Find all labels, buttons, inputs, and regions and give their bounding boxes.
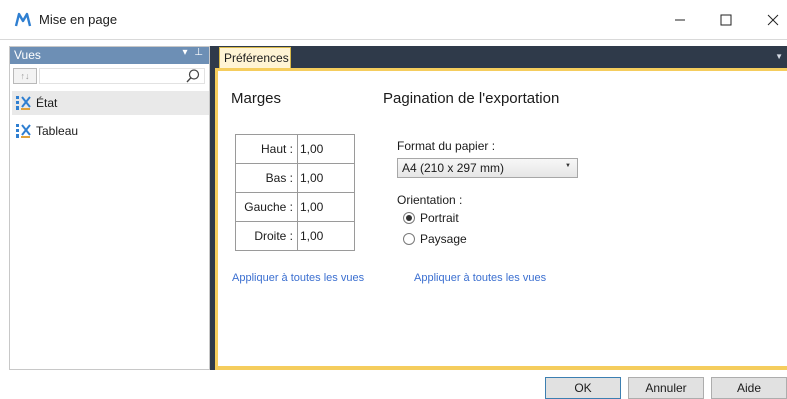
radio-unchecked-icon [403,233,415,245]
chevron-down-icon: ▼ [565,163,571,169]
apply-pagination-link[interactable]: Appliquer à toutes les vues [414,272,546,284]
views-pane: Vues ▾ ⊥ ↑↓ État Tableau [9,46,210,370]
minimize-button[interactable] [661,0,699,40]
search-icon[interactable] [185,68,201,84]
paper-format-label: Format du papier : [397,139,496,153]
ok-button[interactable]: OK [545,377,621,399]
table-row: Bas : 1,00 [235,163,355,193]
orientation-portrait-radio[interactable]: Portrait [403,211,459,225]
sort-button[interactable]: ↑↓ [13,68,37,84]
margin-left-input[interactable]: 1,00 [297,192,355,222]
view-item-etat[interactable]: État [12,91,209,115]
help-button[interactable]: Aide [711,377,787,399]
title-bar: Mise en page [0,0,787,40]
orientation-label: Orientation : [397,193,463,207]
m-logo-icon [14,12,32,27]
tab-preferences[interactable]: Préférences [219,47,291,68]
margin-label: Haut : [235,134,298,164]
search-input[interactable] [39,68,205,84]
minimize-icon [675,19,685,21]
margin-label: Droite : [235,221,298,251]
radio-checked-icon [403,212,415,224]
margin-right-input[interactable]: 1,00 [297,221,355,251]
views-pane-header: Vues ▾ ⊥ [10,47,209,64]
radio-label: Portrait [420,211,459,225]
table-row: Gauche : 1,00 [235,192,355,222]
margin-label: Gauche : [235,192,298,222]
radio-label: Paysage [420,232,467,246]
margin-bottom-input[interactable]: 1,00 [297,163,355,193]
maximize-icon [720,14,732,26]
margins-table: Haut : 1,00 Bas : 1,00 Gauche : 1,00 Dro… [235,134,355,251]
views-toolbar: ↑↓ [10,65,209,87]
view-item-label: État [36,96,58,110]
pane-pin-controls[interactable]: ▾ ⊥ [182,47,205,58]
pagination-title: Pagination de l'exportation [383,90,560,107]
view-item-label: Tableau [36,124,79,138]
margins-title: Marges [231,90,282,107]
paper-format-value: A4 (210 x 297 mm) [402,161,505,175]
margin-top-input[interactable]: 1,00 [297,134,355,164]
apply-margins-link[interactable]: Appliquer à toutes les vues [232,272,364,284]
table-row: Droite : 1,00 [235,221,355,251]
cancel-button[interactable]: Annuler [628,377,704,399]
margin-label: Bas : [235,163,298,193]
tab-dropdown-icon[interactable]: ▼ [775,52,783,61]
maximize-button[interactable] [707,0,745,40]
report-icon [16,96,31,110]
tab-strip: Préférences ▼ [215,46,787,68]
view-item-tableau[interactable]: Tableau [12,119,209,143]
table-row: Haut : 1,00 [235,134,355,164]
paper-format-select[interactable]: A4 (210 x 297 mm) ▼ [397,158,578,178]
close-icon [767,14,779,26]
window-title: Mise en page [39,12,118,27]
close-button[interactable] [754,0,787,40]
orientation-landscape-radio[interactable]: Paysage [403,232,467,246]
table-icon [16,124,31,138]
views-pane-title: Vues [14,48,41,62]
